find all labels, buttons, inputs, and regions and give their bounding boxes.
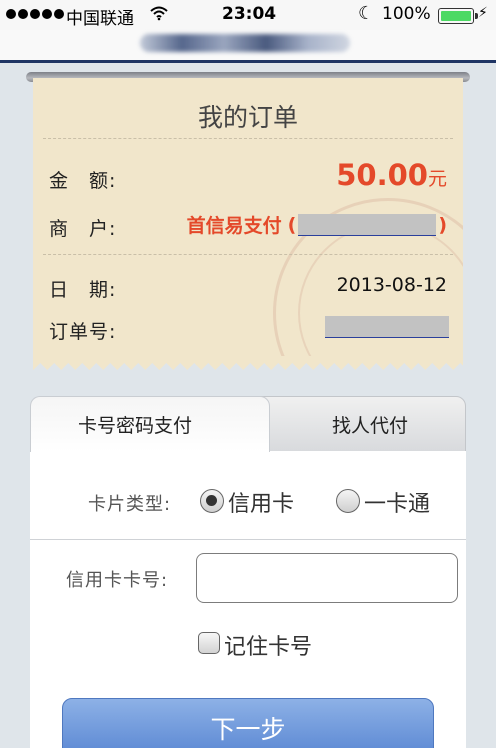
order-number-label: 订单号:: [49, 321, 117, 343]
amount-value: 50.00元: [336, 158, 447, 192]
order-title: 我的订单: [197, 103, 298, 132]
amount-label: 金 额:: [49, 170, 117, 192]
merchant-paren-close: ): [438, 213, 447, 236]
merchant-value: 首信易支付 ( ): [187, 211, 447, 238]
merchant-name: 首信易支付: [186, 215, 282, 237]
payment-form-panel: 卡片类型: 信用卡 一卡通 信用卡卡号: 记住卡号 下一步: [30, 451, 466, 748]
battery-icon: [438, 8, 478, 24]
radio-credit-card-label[interactable]: 信用卡: [228, 486, 294, 518]
remember-card-checkbox[interactable]: [198, 632, 220, 654]
next-button-label: 下一步: [210, 715, 286, 744]
signal-dots-icon: [6, 9, 64, 19]
radio-yikatong[interactable]: [336, 489, 360, 513]
remember-card-label[interactable]: 记住卡号: [224, 629, 312, 661]
redacted-order-number: [325, 316, 449, 338]
carrier-name: 中国联通: [66, 9, 134, 29]
battery-percent: 100%: [382, 4, 431, 24]
card-number-label: 信用卡卡号:: [66, 570, 169, 591]
nav-bar: [0, 30, 496, 63]
merchant-label: 商 户:: [49, 218, 117, 240]
divider: [43, 254, 453, 255]
date-label: 日 期:: [49, 279, 117, 301]
amount-unit: 元: [427, 168, 447, 190]
tab-proxy-pay[interactable]: 找人代付: [250, 396, 466, 452]
blurred-page-title: [140, 34, 350, 52]
next-button[interactable]: 下一步: [62, 698, 434, 748]
slip-torn-edge: [33, 356, 463, 370]
date-value: 2013-08-12: [336, 274, 447, 296]
card-type-label: 卡片类型:: [88, 494, 172, 515]
tab-label: 卡号密码支付: [77, 415, 192, 437]
wifi-icon: [150, 5, 168, 25]
divider: [30, 539, 466, 540]
clock: 23:04: [222, 4, 277, 24]
merchant-paren-open: (: [287, 213, 297, 236]
amount-number: 50.00: [336, 158, 428, 192]
order-slip: 我的订单 金 额: 50.00元 商 户: 首信易支付 ( ) 日 期: 201…: [33, 78, 463, 360]
tab-card-password-pay[interactable]: 卡号密码支付: [30, 396, 270, 452]
tab-label: 找人代付: [331, 414, 408, 437]
radio-yikatong-label[interactable]: 一卡通: [364, 486, 430, 518]
divider: [43, 138, 453, 139]
moon-icon: ☾: [358, 3, 375, 24]
card-number-input[interactable]: [196, 553, 458, 603]
status-bar: 中国联通 23:04 ☾ 100% ⚡: [0, 0, 496, 30]
charging-bolt-icon: ⚡: [478, 5, 488, 21]
redacted-merchant-id: [298, 213, 437, 236]
radio-credit-card[interactable]: [200, 489, 224, 513]
